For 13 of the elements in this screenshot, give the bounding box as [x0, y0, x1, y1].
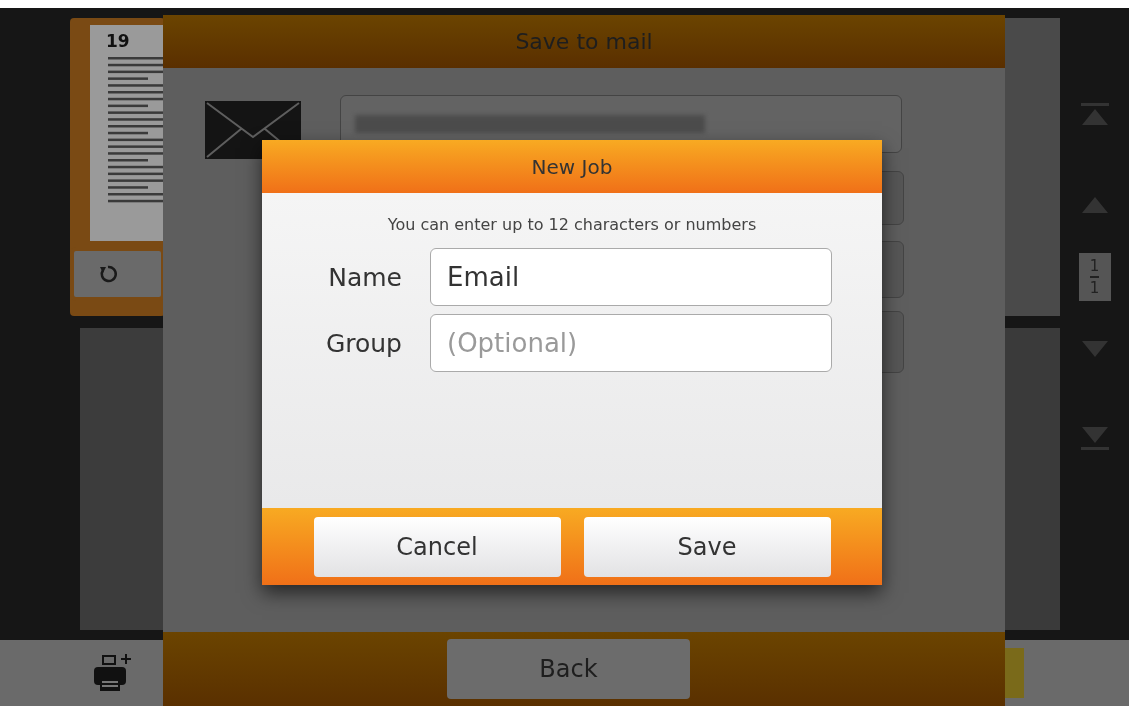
text-field[interactable]: (Optional) — [430, 314, 832, 372]
field-label: Name — [327, 262, 402, 292]
save-button[interactable]: Save — [583, 516, 831, 577]
text-field[interactable]: Email — [430, 248, 832, 306]
page-thumbnail[interactable]: 19 — [70, 18, 165, 316]
field-label: Group — [324, 328, 402, 358]
cancel-button[interactable]: Cancel — [313, 516, 561, 577]
hint-text: You can enter up to 12 characters or numbers — [386, 215, 758, 234]
dialog-title: Save to mail — [163, 15, 1005, 68]
page-number: 19 — [106, 31, 131, 51]
rotate-icon[interactable] — [98, 264, 118, 284]
printer-icon[interactable] — [92, 653, 134, 693]
dialog-title: New Job — [262, 140, 882, 193]
